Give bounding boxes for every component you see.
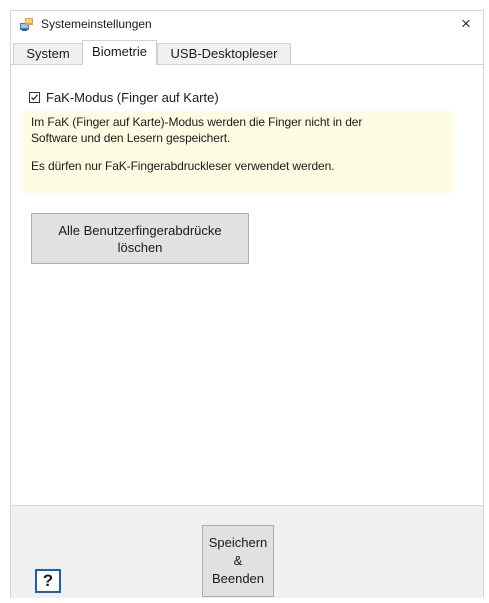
info-text-line: Im FaK (Finger auf Karte)-Modus werden d… (31, 115, 363, 129)
close-icon: × (461, 14, 471, 33)
help-icon: ? (42, 571, 54, 590)
delete-all-fingerprints-button[interactable]: Alle Benutzerfingerabdrücke löschen (31, 213, 249, 264)
window-title: Systemeinstellungen (41, 17, 152, 31)
fak-mode-checkbox-row[interactable]: FaK-Modus (Finger auf Karte) (29, 88, 219, 106)
close-button[interactable]: × (455, 13, 477, 35)
tab-biometrie[interactable]: Biometrie (82, 40, 157, 65)
delete-button-label-line2: löschen (117, 239, 163, 255)
fak-info-box: Im FaK (Finger auf Karte)-Modus werden d… (23, 111, 455, 193)
save-button-label-line1: Speichern & (208, 535, 268, 568)
info-text-line: Es dürfen nur FaK-Fingerabdruckleser ver… (31, 159, 335, 173)
app-settings-icon (19, 16, 35, 32)
title-bar: Systemeinstellungen × (11, 11, 483, 37)
save-and-exit-button[interactable]: Speichern & Beenden (202, 525, 274, 597)
tab-usb-desktopleser[interactable]: USB-Desktopleser (157, 43, 291, 64)
help-button[interactable]: ? (35, 569, 61, 593)
info-text-line: Software und den Lesern gespeichert. (31, 131, 231, 145)
fak-mode-checkbox[interactable] (29, 91, 40, 103)
tab-system[interactable]: System (13, 43, 83, 64)
delete-button-label-line1: Alle Benutzerfingerabdrücke (58, 222, 222, 238)
settings-window: Systemeinstellungen × System Biometrie U… (10, 10, 484, 598)
footer-bar: ? Speichern & Beenden (11, 505, 483, 598)
save-button-label-line2: Beenden (211, 571, 265, 586)
tab-strip: System Biometrie USB-Desktopleser (11, 39, 483, 65)
fak-mode-label: FaK-Modus (Finger auf Karte) (46, 89, 219, 105)
checkmark-icon (31, 93, 38, 100)
